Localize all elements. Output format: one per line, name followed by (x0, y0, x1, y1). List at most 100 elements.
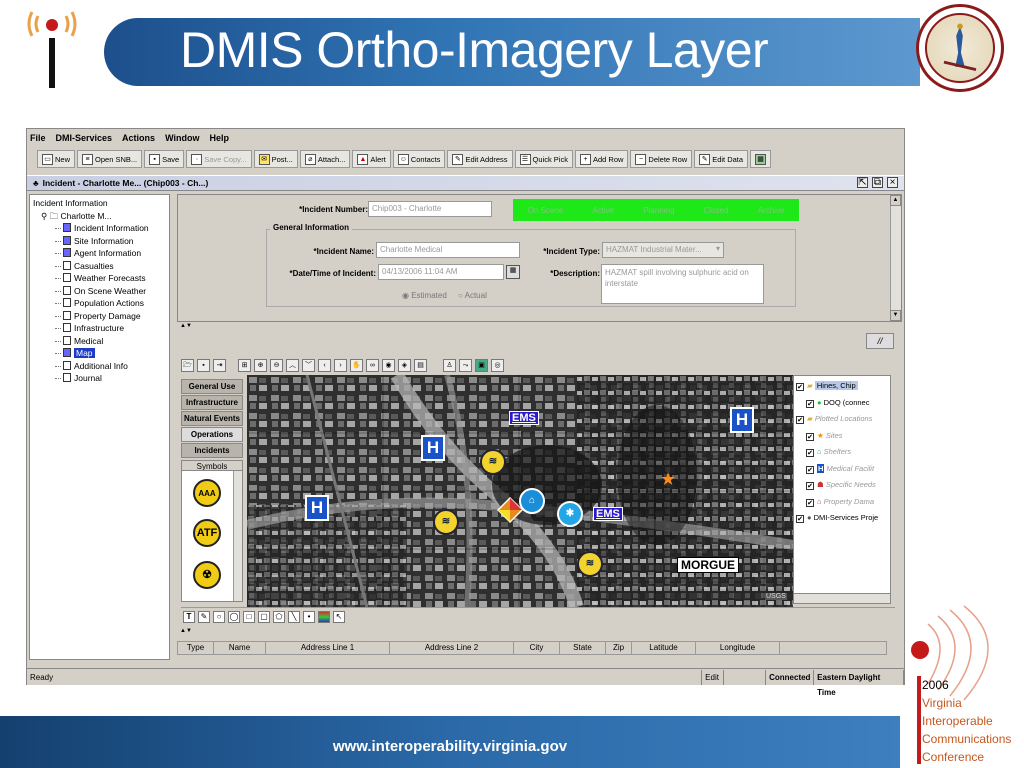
tree-item-additional-info[interactable]: Additional Info (33, 360, 166, 373)
float-window-icon[interactable]: ⇱ (857, 177, 868, 188)
aaa-marker[interactable]: ≋ (577, 551, 603, 577)
checkbox-icon[interactable]: ✔ (806, 399, 814, 408)
legend-sites[interactable]: ✔ ★ Sites (796, 428, 888, 445)
status-planning[interactable]: Planning (643, 206, 674, 215)
description-field[interactable]: HAZMAT spill involving sulphuric acid on… (601, 264, 764, 304)
grid-button[interactable]: ▦ (750, 150, 772, 168)
tree-item-property-damage[interactable]: Property Damage (33, 310, 166, 323)
ortho-imagery-map[interactable]: H H H EMS EMS MORGUE ≋ ≋ ≋ ⌂ ✱ ★ USGS (247, 375, 793, 607)
ems-marker[interactable]: EMS (509, 411, 539, 425)
pin-button[interactable]: // (866, 333, 894, 349)
legend-hines-chip[interactable]: ✔ ▰ Hines, Chip (796, 378, 888, 395)
symbol-aaa[interactable]: AAA (193, 479, 221, 507)
hospital-marker[interactable]: H (305, 495, 329, 521)
legend-property-damage[interactable]: ✔ ⌂ Property Dama (796, 494, 888, 511)
legend-plotted-locations[interactable]: ✔ ▰ Plotted Locations (796, 411, 888, 428)
save-button[interactable]: ▪ Save (144, 150, 185, 168)
hospital-marker[interactable]: H (421, 435, 445, 461)
pan-left-icon[interactable]: ‹ (318, 358, 331, 372)
form-scrollbar[interactable]: ▲ ▼ (890, 195, 901, 321)
symbol-atf[interactable]: ATF (193, 519, 221, 547)
col-zip[interactable]: Zip (606, 642, 632, 654)
col-address-line-2[interactable]: Address Line 2 (390, 642, 514, 654)
status-active[interactable]: Active (592, 206, 614, 215)
tab-general-use[interactable]: General Use (181, 379, 243, 394)
col-longitude[interactable]: Longitude (696, 642, 780, 654)
legend-dmi-services-project[interactable]: ✔ ● DMI-Services Proje (796, 510, 888, 527)
checkbox-icon[interactable]: ✔ (796, 515, 804, 523)
checkbox-icon[interactable]: ✔ (796, 383, 804, 391)
tab-operations[interactable]: Operations (181, 427, 243, 442)
checkbox-icon[interactable]: ✔ (806, 432, 814, 441)
tree-item-incident-information[interactable]: Incident Information (33, 222, 166, 235)
contacts-button[interactable]: ☺ Contacts (392, 150, 446, 168)
post-button[interactable]: ✉ Post... (253, 150, 298, 168)
menu-help[interactable]: Help (209, 133, 229, 143)
extent-icon[interactable]: ⊞ (238, 358, 251, 372)
aaa-marker[interactable]: ≋ (433, 509, 459, 535)
site-star-icon[interactable]: ★ (660, 469, 676, 490)
text-tool-icon[interactable]: T (183, 610, 195, 623)
col-latitude[interactable]: Latitude (632, 642, 696, 654)
pan-up-icon[interactable]: ︿ (286, 358, 299, 372)
checkbox-icon[interactable]: ✔ (806, 465, 814, 474)
globe-icon[interactable]: ◎ (491, 358, 504, 372)
pan-down-icon[interactable]: ﹀ (302, 358, 315, 372)
select-pointer-icon[interactable]: ↖ (333, 610, 345, 623)
menu-file[interactable]: File (30, 133, 46, 143)
attach-button[interactable]: ⌀ Attach... (299, 150, 351, 168)
maximize-window-icon[interactable]: ⧉ (872, 177, 883, 188)
col-city[interactable]: City (514, 642, 560, 654)
quick-pick-button[interactable]: ☰ Quick Pick (514, 150, 573, 168)
square-tool-icon[interactable]: ▢ (258, 610, 270, 623)
tree-item-medical[interactable]: Medical (33, 335, 166, 348)
hospital-marker[interactable]: H (730, 407, 754, 433)
layers-icon[interactable]: ▤ (414, 358, 427, 372)
incident-name-field[interactable]: Charlotte Medical (376, 242, 520, 258)
point-tool-icon[interactable]: • (303, 610, 315, 623)
eye-icon[interactable]: ◉ (382, 358, 395, 372)
radio-actual[interactable]: ○ Actual (458, 291, 487, 300)
ems-marker[interactable]: EMS (593, 507, 623, 521)
alert-button[interactable]: ▲ Alert (352, 150, 391, 168)
col-name[interactable]: Name (214, 642, 266, 654)
menu-dmi-services[interactable]: DMI-Services (56, 133, 113, 143)
col-state[interactable]: State (560, 642, 606, 654)
tree-splitter[interactable] (170, 194, 176, 660)
color-palette-icon[interactable] (318, 610, 330, 623)
tree-item-weather-forecasts[interactable]: Weather Forecasts (33, 272, 166, 285)
col-address-line-1[interactable]: Address Line 1 (266, 642, 390, 654)
save-copy-button[interactable]: ▫ Save Copy... (186, 150, 252, 168)
measure-icon[interactable]: ⤳ (459, 358, 472, 372)
polygon-tool-icon[interactable]: ⬠ (273, 610, 285, 623)
tree-item-population-actions[interactable]: Population Actions (33, 297, 166, 310)
medical-star-marker[interactable]: ✱ (557, 501, 583, 527)
pan-right-icon[interactable]: › (334, 358, 347, 372)
scroll-up-icon[interactable]: ▲ (890, 195, 901, 206)
symbols-scrollbar[interactable] (233, 471, 242, 601)
scroll-down-icon[interactable]: ▼ (890, 310, 901, 321)
tree-item-journal[interactable]: Journal (33, 372, 166, 385)
edit-data-button[interactable]: ✎ Edit Data (694, 150, 749, 168)
menu-window[interactable]: Window (165, 133, 199, 143)
legend-doq[interactable]: ✔ ● DOQ (connec (796, 395, 888, 412)
footer-url[interactable]: www.interoperability.virginia.gov (0, 738, 900, 755)
legend-specific-needs[interactable]: ✔ ☗ Specific Needs (796, 477, 888, 494)
tree-item-infrastructure[interactable]: Infrastructure (33, 322, 166, 335)
checkbox-icon[interactable]: ✔ (806, 482, 814, 490)
datetime-field[interactable]: 04/13/2006 11:04 AM (378, 264, 504, 280)
person-icon[interactable]: ♙ (443, 358, 456, 372)
checkbox-icon[interactable]: ✔ (806, 449, 814, 457)
save-map-icon[interactable]: ▪ (197, 358, 210, 372)
tab-incidents[interactable]: Incidents (181, 443, 243, 458)
menu-actions[interactable]: Actions (122, 133, 155, 143)
checkbox-icon[interactable]: ✔ (796, 416, 804, 424)
status-archive[interactable]: Archive (758, 206, 785, 215)
open-snb-button[interactable]: ≡ Open SNB... (77, 150, 143, 168)
open-folder-icon[interactable]: 🗁 (181, 358, 194, 372)
legend-shelters[interactable]: ✔ ⌂ Shelters (796, 444, 888, 461)
circle-tool-icon[interactable]: ◯ (228, 610, 240, 623)
new-button[interactable]: ▭ New (37, 150, 76, 168)
tree-item-site-information[interactable]: Site Information (33, 235, 166, 248)
ellipse-tool-icon[interactable]: ○ (213, 610, 225, 623)
